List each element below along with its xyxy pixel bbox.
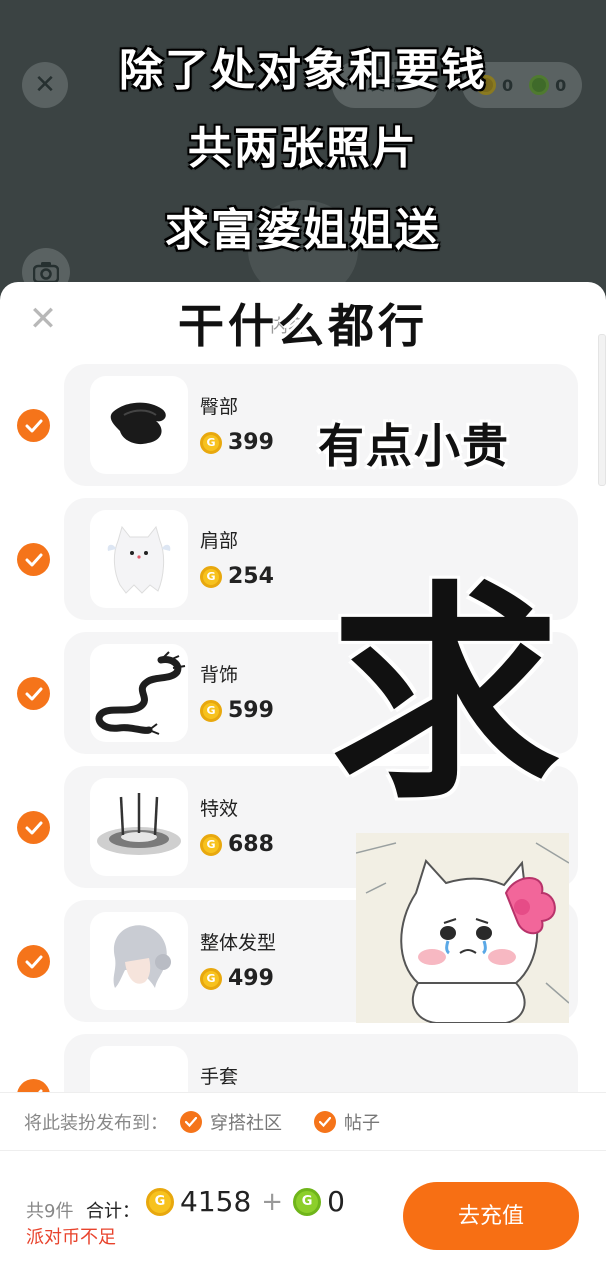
item-name: 背饰: [200, 664, 239, 686]
check-icon[interactable]: [17, 1079, 50, 1092]
publish-option-label: 穿搭社区: [210, 1112, 282, 1134]
publish-bar: 将此装扮发布到： 穿搭社区 帖子: [0, 1092, 606, 1150]
caption-line-1: 除了处对象和要钱: [119, 45, 487, 96]
item-price: G 499: [200, 966, 274, 991]
gold-coin-icon: G: [200, 699, 222, 722]
item-name: 臀部: [200, 396, 239, 418]
gold-coin-icon: G: [200, 565, 222, 588]
publish-option-post[interactable]: 帖子: [314, 1109, 380, 1135]
check-icon: [180, 1110, 202, 1133]
publish-option-label: 帖子: [344, 1112, 380, 1134]
dragon-icon: [90, 644, 188, 742]
check-icon[interactable]: [17, 677, 50, 710]
gold-coin-icon: G: [146, 1187, 174, 1216]
item-price: G 688: [200, 832, 274, 857]
check-icon: [314, 1110, 336, 1133]
check-icon[interactable]: [17, 543, 50, 576]
item-name: 手套: [200, 1066, 239, 1088]
price-value: 399: [228, 430, 274, 455]
check-icon[interactable]: [17, 409, 50, 442]
check-icon[interactable]: [17, 945, 50, 978]
total-label: 合计：: [86, 1201, 140, 1222]
publish-option-community[interactable]: 穿搭社区: [180, 1109, 282, 1135]
total-price: G 4158 + G 0: [146, 1185, 345, 1218]
ghost-cat-icon: [90, 510, 188, 608]
recharge-button[interactable]: 去充值: [403, 1182, 579, 1250]
checkout-footer: 共9件 合计： G 4158 + G 0 派对币不足 去充值: [0, 1150, 606, 1281]
crying-cat-sticker: [356, 833, 569, 1023]
item-name: 肩部: [200, 530, 239, 552]
glove-icon: [90, 1046, 188, 1092]
item-name: 整体发型: [200, 932, 277, 954]
item-price: G 599: [200, 698, 274, 723]
check-icon[interactable]: [17, 811, 50, 844]
item-count: 共9件: [26, 1201, 74, 1222]
item-price: G 399: [200, 430, 274, 455]
price-value: 254: [228, 564, 274, 589]
plus-sign: +: [261, 1186, 284, 1217]
list-item[interactable]: 臀部 G 399: [0, 364, 606, 488]
price-value: 499: [228, 966, 274, 991]
item-card[interactable]: 手套: [64, 1034, 578, 1092]
price-value: 599: [228, 698, 274, 723]
meme-text-big: 求: [330, 563, 561, 830]
gold-coin-icon: G: [200, 967, 222, 990]
publish-label: 将此装扮发布到：: [24, 1112, 168, 1134]
gold-total: 4158: [180, 1185, 252, 1218]
hairstyle-icon: [90, 912, 188, 1010]
item-name: 特效: [200, 798, 239, 820]
gold-coin-icon: G: [200, 431, 222, 454]
tail-icon: [90, 376, 188, 474]
caption-line-3: 求富婆姐姐送: [165, 205, 441, 256]
gold-coin-icon: G: [200, 833, 222, 856]
caption-line-2: 共两张照片: [188, 123, 418, 174]
caption-line-4: 干什么都行: [178, 299, 428, 353]
green-total: 0: [327, 1185, 345, 1218]
insufficient-warning: 派对币不足: [26, 1227, 116, 1248]
list-item[interactable]: 手套: [0, 1034, 606, 1092]
swords-ring-icon: [90, 778, 188, 876]
price-value: 688: [228, 832, 274, 857]
green-coin-icon: G: [293, 1187, 322, 1216]
item-price: G 254: [200, 564, 274, 589]
meme-text-small: 有点小贵: [318, 419, 510, 473]
